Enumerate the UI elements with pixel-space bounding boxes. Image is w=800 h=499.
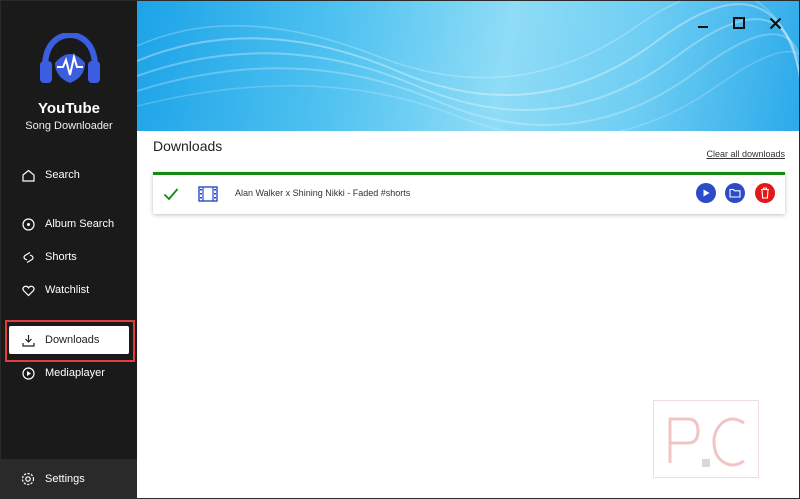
play-button[interactable] <box>696 183 716 203</box>
open-folder-button[interactable] <box>725 183 745 203</box>
app-title: YouTube <box>38 100 100 117</box>
download-title: Alan Walker x Shining Nikki - Faded #sho… <box>235 188 411 198</box>
download-item: Alan Walker x Shining Nikki - Faded #sho… <box>153 172 785 214</box>
play-circle-icon <box>21 366 35 380</box>
trash-icon <box>761 187 769 199</box>
close-icon <box>769 17 781 29</box>
sidebar-item-label: Shorts <box>45 251 77 263</box>
home-icon <box>21 168 35 182</box>
sidebar-item-search[interactable]: Search <box>9 161 129 189</box>
gear-icon <box>21 472 35 486</box>
minimize-button[interactable] <box>695 15 711 31</box>
check-icon <box>163 188 179 201</box>
sidebar-item-downloads[interactable]: Downloads <box>9 326 129 354</box>
sidebar-item-album-search[interactable]: Album Search <box>9 210 129 238</box>
sidebar-item-label: Album Search <box>45 218 115 230</box>
headphones-logo-icon <box>40 33 100 83</box>
sidebar-item-label: Downloads <box>45 334 100 346</box>
video-file-icon <box>198 186 218 202</box>
disc-icon <box>21 217 35 231</box>
sidebar-item-shorts[interactable]: Shorts <box>9 243 129 271</box>
delete-button[interactable] <box>755 183 775 203</box>
heart-icon <box>21 283 35 297</box>
sidebar-item-label: Watchlist <box>45 284 90 296</box>
play-icon <box>703 189 710 197</box>
clear-all-downloads-link[interactable]: Clear all downloads <box>706 149 785 159</box>
shorts-icon <box>21 250 35 264</box>
sidebar-item-mediaplayer[interactable]: Mediaplayer <box>9 359 129 387</box>
folder-icon <box>729 188 741 198</box>
download-icon <box>21 333 35 347</box>
watermark-logo-icon <box>668 417 745 467</box>
app-subtitle: Song Downloader <box>25 120 113 132</box>
page-title: Downloads <box>153 138 223 154</box>
window-controls <box>695 15 783 31</box>
sidebar-item-watchlist[interactable]: Watchlist <box>9 276 129 304</box>
minimize-icon <box>698 26 708 28</box>
sidebar: YouTube Song Downloader Search Album Sea… <box>1 1 137 498</box>
app-window: YouTube Song Downloader Search Album Sea… <box>0 0 800 499</box>
maximize-button[interactable] <box>731 15 747 31</box>
sidebar-item-label: Search <box>45 169 80 181</box>
header-banner <box>137 1 799 131</box>
settings-label: Settings <box>45 473 85 485</box>
sidebar-item-label: Mediaplayer <box>45 367 105 379</box>
maximize-icon <box>733 17 745 29</box>
watermark <box>653 400 759 478</box>
settings-button[interactable]: Settings <box>9 465 129 493</box>
close-button[interactable] <box>767 15 783 31</box>
